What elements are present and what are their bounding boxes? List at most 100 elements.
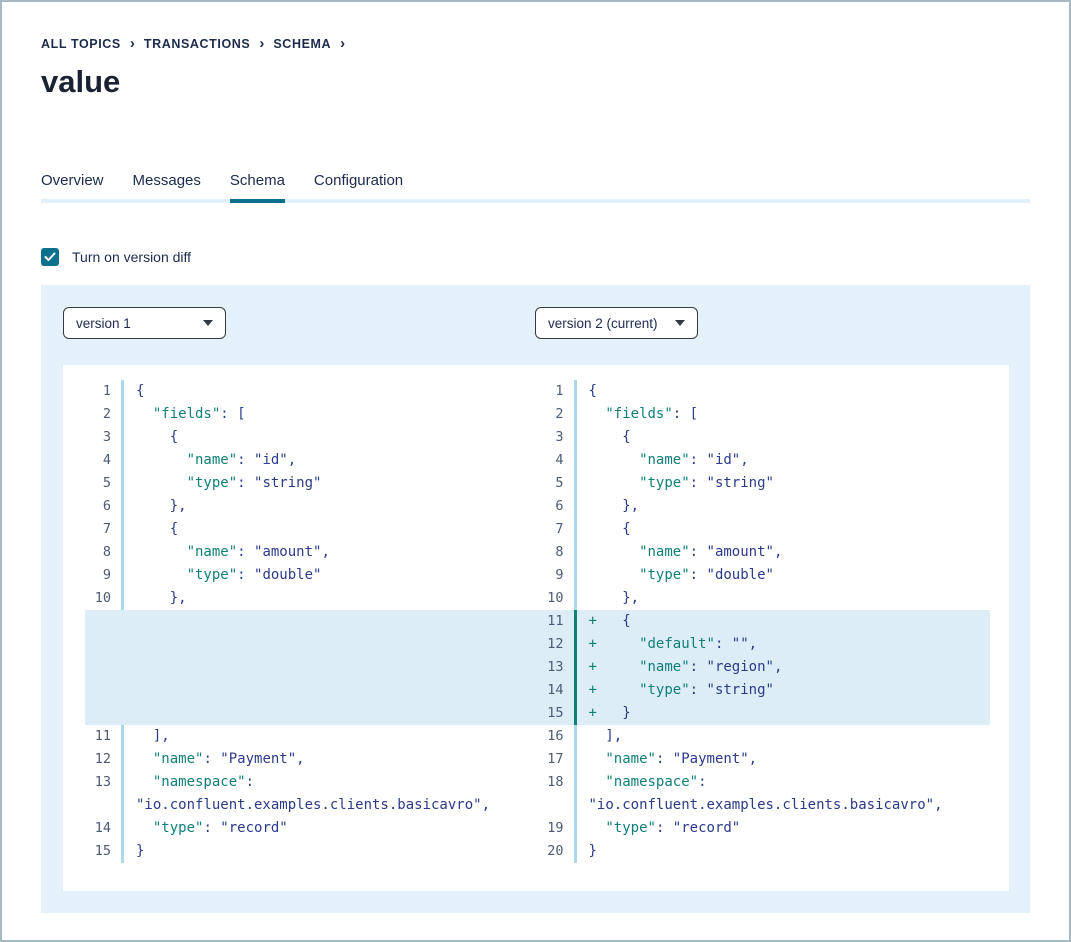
code-line-right: "type": "string" [577,472,991,495]
line-number-right: 11 [538,610,574,633]
line-number-left: 11 [85,725,121,748]
line-number-right: 18 [538,771,574,794]
code-line-right: "name": "amount", [577,541,991,564]
code-line-right: }, [577,587,991,610]
version-selector-row: version 1 version 2 (current) [63,307,1009,339]
code-line-right: ], [577,725,991,748]
code-line-left [124,702,538,725]
line-number-right: 6 [538,495,574,518]
diff-row: 5 "type": "string"5 "type": "string" [85,472,990,495]
tab-schema[interactable]: Schema [230,172,285,203]
code-line-right: { [577,380,991,403]
line-number-right: 8 [538,541,574,564]
line-number-right: 19 [538,817,574,840]
code-line-left: "io.confluent.examples.clients.basicavro… [124,794,538,817]
line-number-left [85,656,121,679]
line-number-right: 12 [538,633,574,656]
code-line-right: "name": "Payment", [577,748,991,771]
line-number-right: 17 [538,748,574,771]
code-line-right: "io.confluent.examples.clients.basicavro… [577,794,991,817]
code-line-left: "type": "string" [124,472,538,495]
diff-row: 9 "type": "double"9 "type": "double" [85,564,990,587]
line-number-left: 15 [85,840,121,863]
line-number-right: 16 [538,725,574,748]
code-line-right: "type": "double" [577,564,991,587]
code-line-right: }, [577,495,991,518]
schema-page: ALL TOPICS › TRANSACTIONS › SCHEMA › val… [0,0,1071,942]
diff-row: 10 },10 }, [85,587,990,610]
diff-row: 7 {7 { [85,518,990,541]
breadcrumb-transactions[interactable]: TRANSACTIONS [144,37,251,51]
breadcrumb-all-topics[interactable]: ALL TOPICS [41,37,121,51]
diff-row: 1{1{ [85,380,990,403]
code-line-left: "type": "record" [124,817,538,840]
diff-row-added: 13+ "name": "region", [85,656,990,679]
code-line-left: { [124,426,538,449]
code-line-left: "namespace": [124,771,538,794]
line-number-left: 2 [85,403,121,426]
line-number-left [85,702,121,725]
version-select-right[interactable]: version 2 (current) [535,307,698,339]
code-line-left [124,633,538,656]
diff-row: 6 },6 }, [85,495,990,518]
diff-row: 4 "name": "id",4 "name": "id", [85,449,990,472]
diff-rows: 1{1{2 "fields": [2 "fields": [3 {3 {4 "n… [85,380,990,863]
line-number-right: 9 [538,564,574,587]
version-diff-label: Turn on version diff [72,249,191,265]
code-line-left: "name": "amount", [124,541,538,564]
code-line-right: + "name": "region", [577,656,991,679]
diff-row: 8 "name": "amount",8 "name": "amount", [85,541,990,564]
code-line-left: ], [124,725,538,748]
version-select-left-value: version 1 [76,316,131,331]
tab-messages[interactable]: Messages [133,172,201,203]
code-line-left: { [124,518,538,541]
line-number-left: 8 [85,541,121,564]
line-number-left: 10 [85,587,121,610]
diff-row: 2 "fields": [2 "fields": [ [85,403,990,426]
code-line-right: "fields": [ [577,403,991,426]
line-number-right [538,794,574,817]
breadcrumb-schema[interactable]: SCHEMA [273,37,331,51]
line-number-left: 13 [85,771,121,794]
code-line-left: "fields": [ [124,403,538,426]
code-line-right: + "type": "string" [577,679,991,702]
tab-overview[interactable]: Overview [41,172,104,203]
diff-row-added: 15+ } [85,702,990,725]
code-line-right: "type": "record" [577,817,991,840]
chevron-right-icon: › [340,38,345,50]
code-line-left: { [124,380,538,403]
code-line-left: }, [124,587,538,610]
line-number-left [85,794,121,817]
code-line-left: "name": "Payment", [124,748,538,771]
tab-configuration[interactable]: Configuration [314,172,403,203]
schema-diff-viewer: 1{1{2 "fields": [2 "fields": [3 {3 {4 "n… [63,365,1009,891]
line-number-right: 15 [538,702,574,725]
version-diff-checkbox[interactable] [41,248,59,266]
added-line-marker: + [589,633,597,656]
code-line-left: } [124,840,538,863]
line-number-left [85,633,121,656]
version-select-right-value: version 2 (current) [548,316,658,331]
added-line-marker: + [589,702,597,725]
diff-row: 3 {3 { [85,426,990,449]
code-line-right: + "default": "", [577,633,991,656]
code-line-right: } [577,840,991,863]
version-select-left[interactable]: version 1 [63,307,226,339]
code-line-left: "name": "id", [124,449,538,472]
line-number-left: 1 [85,380,121,403]
diff-row: 14 "type": "record"19 "type": "record" [85,817,990,840]
diff-row: 13 "namespace": 18 "namespace": [85,771,990,794]
checkmark-icon [44,252,56,262]
diff-row-added: 11+ { [85,610,990,633]
line-number-left: 3 [85,426,121,449]
diff-row: 15}20} [85,840,990,863]
line-number-right: 3 [538,426,574,449]
code-line-right: "namespace": [577,771,991,794]
line-number-left: 4 [85,449,121,472]
code-line-left [124,610,538,633]
line-number-left: 7 [85,518,121,541]
line-number-right: 10 [538,587,574,610]
breadcrumb: ALL TOPICS › TRANSACTIONS › SCHEMA › [41,36,1030,51]
line-number-left [85,610,121,633]
line-number-right: 4 [538,449,574,472]
